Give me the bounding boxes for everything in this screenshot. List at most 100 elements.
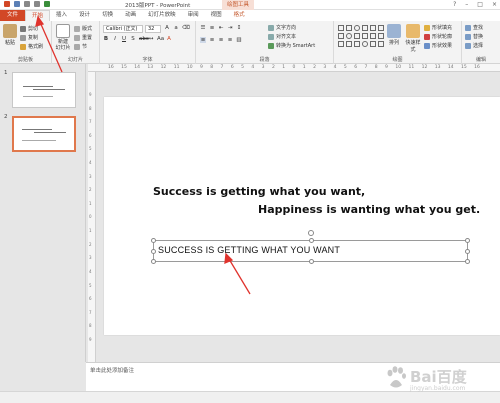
font-color-icon[interactable]: A: [166, 36, 172, 42]
decrease-indent-icon[interactable]: ⇤: [218, 25, 224, 31]
line-spacing-icon[interactable]: ↕: [236, 25, 242, 31]
shape-fill-button[interactable]: 形状填充: [424, 24, 452, 31]
clear-format-icon[interactable]: ⌫: [182, 25, 190, 31]
shape-icon[interactable]: [370, 41, 376, 47]
font-name-select[interactable]: Calibri (正文): [103, 25, 143, 33]
resize-handle[interactable]: [151, 249, 156, 254]
shape-icon[interactable]: [346, 41, 352, 47]
shape-icon[interactable]: [354, 25, 360, 31]
shape-icon[interactable]: [378, 41, 384, 47]
shape-effects-button[interactable]: 形状效果: [424, 42, 452, 49]
shape-icon[interactable]: [362, 25, 368, 31]
font-size-select[interactable]: 32: [145, 25, 161, 33]
smartart-button[interactable]: 转换为 SmartArt: [268, 42, 315, 49]
shape-icon[interactable]: [338, 41, 344, 47]
reset-button[interactable]: 重置: [74, 34, 92, 41]
section-button[interactable]: 节: [74, 43, 87, 50]
resize-handle[interactable]: [309, 259, 314, 264]
numbering-icon[interactable]: ≡: [209, 25, 215, 31]
replace-button[interactable]: 替换: [465, 33, 483, 40]
close-button[interactable]: ×: [492, 0, 497, 10]
shape-icon[interactable]: [362, 33, 368, 39]
tab-design[interactable]: 设计: [73, 10, 96, 21]
justify-icon[interactable]: ≡: [227, 37, 233, 43]
bold-icon[interactable]: B: [103, 36, 109, 42]
paste-button[interactable]: 粘贴: [2, 24, 18, 46]
slide-thumbnail-2[interactable]: [12, 116, 76, 152]
tab-review[interactable]: 审阅: [182, 10, 205, 21]
align-center-icon[interactable]: ≡: [209, 37, 215, 43]
tab-slideshow[interactable]: 幻灯片放映: [142, 10, 182, 21]
shrink-font-icon[interactable]: a: [173, 25, 179, 31]
tab-transitions[interactable]: 切换: [96, 10, 119, 21]
slide-thumbnail-1[interactable]: [12, 72, 76, 108]
select-button[interactable]: 选择: [465, 42, 483, 49]
change-case-icon[interactable]: Aa: [157, 36, 164, 42]
italic-icon[interactable]: I: [112, 36, 118, 42]
quick-styles-button[interactable]: 快速样式: [404, 24, 422, 53]
align-right-icon[interactable]: ≡: [218, 37, 224, 43]
slide-text-line-1[interactable]: Success is getting what you want,: [153, 185, 365, 198]
shape-icon[interactable]: [370, 33, 376, 39]
bullets-icon[interactable]: ☰: [200, 25, 206, 31]
shadow-icon[interactable]: S: [130, 36, 136, 42]
arrange-button[interactable]: 排列: [386, 24, 402, 46]
slide-thumbnail-pane: 1 2: [0, 64, 86, 362]
resize-handle[interactable]: [465, 249, 470, 254]
shape-icon[interactable]: [346, 33, 352, 39]
tab-home[interactable]: 开始: [25, 10, 51, 21]
shape-icon[interactable]: [378, 33, 384, 39]
tab-view[interactable]: 视图: [205, 10, 228, 21]
selected-text-box[interactable]: SUCCESS IS GETTING WHAT YOU WANT: [151, 230, 470, 264]
minimize-button[interactable]: –: [465, 0, 468, 10]
redo-icon[interactable]: [34, 1, 40, 7]
shape-icon[interactable]: [338, 33, 344, 39]
grow-font-icon[interactable]: A: [164, 25, 170, 31]
save-icon[interactable]: [14, 1, 20, 7]
shape-icon[interactable]: [362, 41, 368, 47]
resize-handle[interactable]: [151, 238, 156, 243]
shape-icon[interactable]: [370, 25, 376, 31]
text-box-content[interactable]: SUCCESS IS GETTING WHAT YOU WANT: [158, 245, 340, 255]
slide[interactable]: Success is getting what you want, Happin…: [104, 97, 500, 335]
text-direction-button[interactable]: 文字方向: [268, 24, 296, 31]
align-left-icon[interactable]: ≡: [200, 37, 206, 43]
underline-icon[interactable]: U: [121, 36, 127, 42]
resize-handle[interactable]: [465, 259, 470, 264]
layout-button[interactable]: 版式: [74, 25, 92, 32]
shape-icon[interactable]: [338, 25, 344, 31]
spacing-icon[interactable]: ↔: [148, 36, 154, 42]
help-button[interactable]: ?: [453, 0, 456, 10]
tab-insert[interactable]: 插入: [50, 10, 73, 21]
ruler-tick-label: 13: [147, 65, 154, 70]
columns-icon[interactable]: ▥: [236, 37, 242, 43]
format-painter-button[interactable]: 格式刷: [20, 43, 43, 50]
align-text-button[interactable]: 对齐文本: [268, 33, 296, 40]
cut-button[interactable]: 剪切: [20, 25, 38, 32]
strikethrough-icon[interactable]: abc: [139, 36, 149, 42]
shape-icon[interactable]: [378, 25, 384, 31]
undo-icon[interactable]: [24, 1, 30, 7]
group-label: 绘图: [392, 57, 403, 63]
resize-handle[interactable]: [465, 238, 470, 243]
font-style-row: B I U S abc ↔ Aa A: [103, 36, 172, 42]
copy-button[interactable]: 复制: [20, 34, 38, 41]
resize-handle[interactable]: [309, 238, 314, 243]
start-slideshow-icon[interactable]: [44, 1, 50, 7]
maximize-button[interactable]: □: [477, 0, 483, 10]
shape-outline-button[interactable]: 形状轮廓: [424, 33, 452, 40]
rotate-handle-icon[interactable]: [308, 230, 314, 236]
tab-format[interactable]: 格式: [228, 10, 251, 21]
new-slide-button[interactable]: 新建 幻灯片: [54, 24, 72, 51]
thumbnail-text-line: [22, 129, 52, 130]
tab-animations[interactable]: 动画: [119, 10, 142, 21]
shape-icon[interactable]: [354, 41, 360, 47]
shapes-gallery[interactable]: [338, 25, 384, 49]
shape-icon[interactable]: [354, 33, 360, 39]
increase-indent-icon[interactable]: ⇥: [227, 25, 233, 31]
slide-text-line-2[interactable]: Happiness is wanting what you get.: [258, 203, 480, 216]
shape-icon[interactable]: [346, 25, 352, 31]
tab-file[interactable]: 文件: [0, 10, 26, 21]
resize-handle[interactable]: [151, 259, 156, 264]
find-button[interactable]: 查找: [465, 24, 483, 31]
